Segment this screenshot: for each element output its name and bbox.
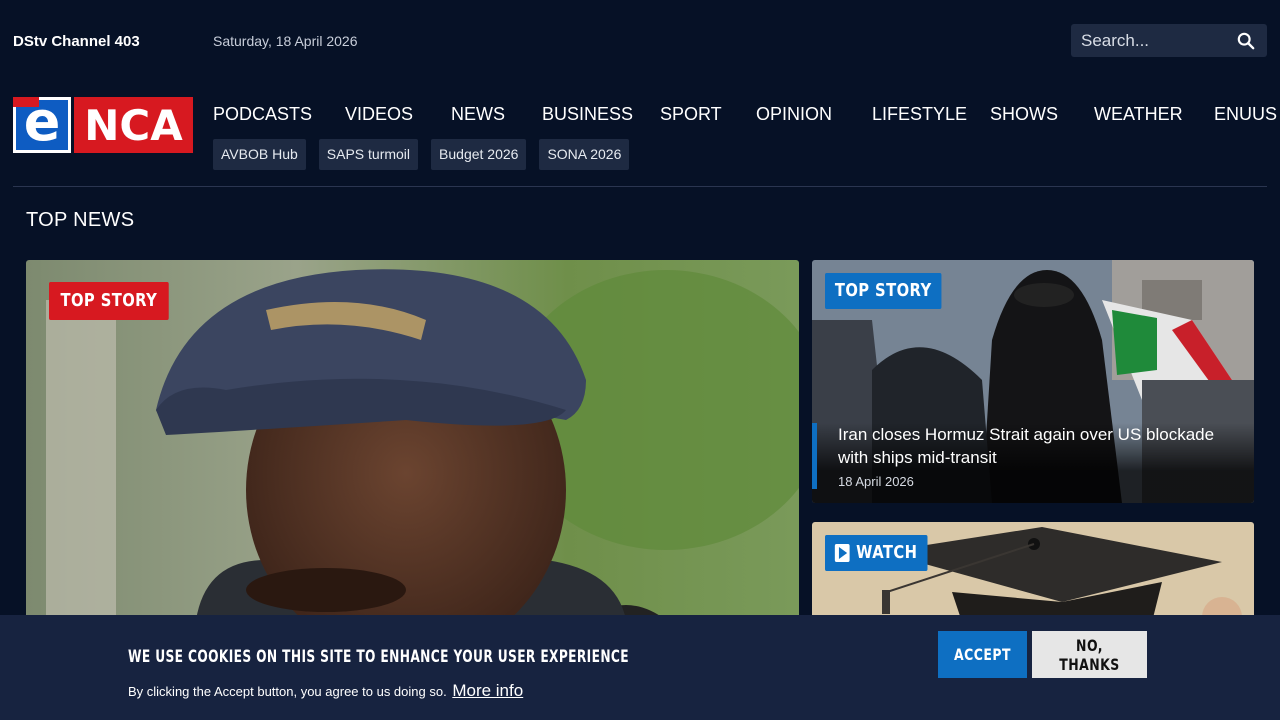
hero-top-story-badge: TOP STORY xyxy=(49,282,169,320)
nav-item-lifestyle[interactable]: LIFESTYLE xyxy=(872,104,967,125)
tag-saps-turmoil[interactable]: SAPS turmoil xyxy=(318,139,419,170)
logo-e-letter: e xyxy=(23,90,61,153)
nav-item-shows[interactable]: SHOWS xyxy=(990,104,1058,125)
cookie-decline-button[interactable]: NO, THANKS xyxy=(1032,631,1147,678)
channel-label: DStv Channel 403 xyxy=(13,33,140,50)
play-icon xyxy=(834,544,850,562)
tag-sona-2026[interactable]: SONA 2026 xyxy=(539,139,630,170)
cookie-accept-label: ACCEPT xyxy=(954,645,1011,664)
nav-item-videos[interactable]: VIDEOS xyxy=(345,104,413,125)
nav-item-sport[interactable]: SPORT xyxy=(660,104,722,125)
nav-item-news[interactable]: NEWS xyxy=(451,104,505,125)
top-news-heading: TOP NEWS xyxy=(26,209,135,231)
card1-caption: Iran closes Hormuz Strait again over US … xyxy=(812,423,1254,503)
story-card-iran[interactable]: TOP STORY Iran closes Hormuz Strait agai… xyxy=(812,260,1254,503)
search-box xyxy=(1071,24,1267,57)
current-date: Saturday, 18 April 2026 xyxy=(213,33,358,49)
tag-budget-2026[interactable]: Budget 2026 xyxy=(431,139,527,170)
nav-item-opinion[interactable]: OPINION xyxy=(756,104,832,125)
logo-nca-text: NCA xyxy=(84,100,183,150)
main-nav: PODCASTS VIDEOS NEWS BUSINESS SPORT OPIN… xyxy=(213,104,1280,128)
card1-accent-bar xyxy=(812,423,817,489)
cookie-banner: WE USE COOKIES ON THIS SITE TO ENHANCE Y… xyxy=(0,615,1280,720)
trending-tags: AVBOB Hub SAPS turmoil Budget 2026 SONA … xyxy=(213,139,630,170)
search-input[interactable] xyxy=(1071,24,1231,57)
nav-item-weather[interactable]: WEATHER xyxy=(1094,104,1183,125)
card1-date: 18 April 2026 xyxy=(838,474,914,489)
logo-e-box: e xyxy=(13,90,71,153)
logo-nca-box: NCA xyxy=(74,97,193,153)
card1-top-story-badge: TOP STORY xyxy=(825,273,942,309)
search-icon[interactable] xyxy=(1237,32,1255,50)
card2-watch-label: WATCH xyxy=(856,542,918,563)
nav-item-enuus[interactable]: ENUUS xyxy=(1214,104,1277,125)
nav-item-business[interactable]: BUSINESS xyxy=(542,104,633,125)
story-card-watch[interactable]: WATCH xyxy=(812,522,1254,622)
tag-avbob-hub[interactable]: AVBOB Hub xyxy=(213,139,306,170)
cookie-decline-label: NO, THANKS xyxy=(1059,635,1120,674)
card2-watch-badge: WATCH xyxy=(825,535,928,571)
nav-item-podcasts[interactable]: PODCASTS xyxy=(213,104,312,125)
cookie-title: WE USE COOKIES ON THIS SITE TO ENHANCE Y… xyxy=(128,647,629,667)
cookie-message: By clicking the Accept button, you agree… xyxy=(128,681,523,701)
cookie-message-text: By clicking the Accept button, you agree… xyxy=(128,684,447,699)
card1-headline[interactable]: Iran closes Hormuz Strait again over US … xyxy=(838,423,1234,469)
header-divider xyxy=(13,186,1267,187)
cookie-more-info-link[interactable]: More info xyxy=(452,681,523,700)
hero-story[interactable]: TOP STORY xyxy=(26,260,799,620)
enca-logo[interactable]: e NCA xyxy=(13,90,193,153)
cookie-accept-button[interactable]: ACCEPT xyxy=(938,631,1027,678)
